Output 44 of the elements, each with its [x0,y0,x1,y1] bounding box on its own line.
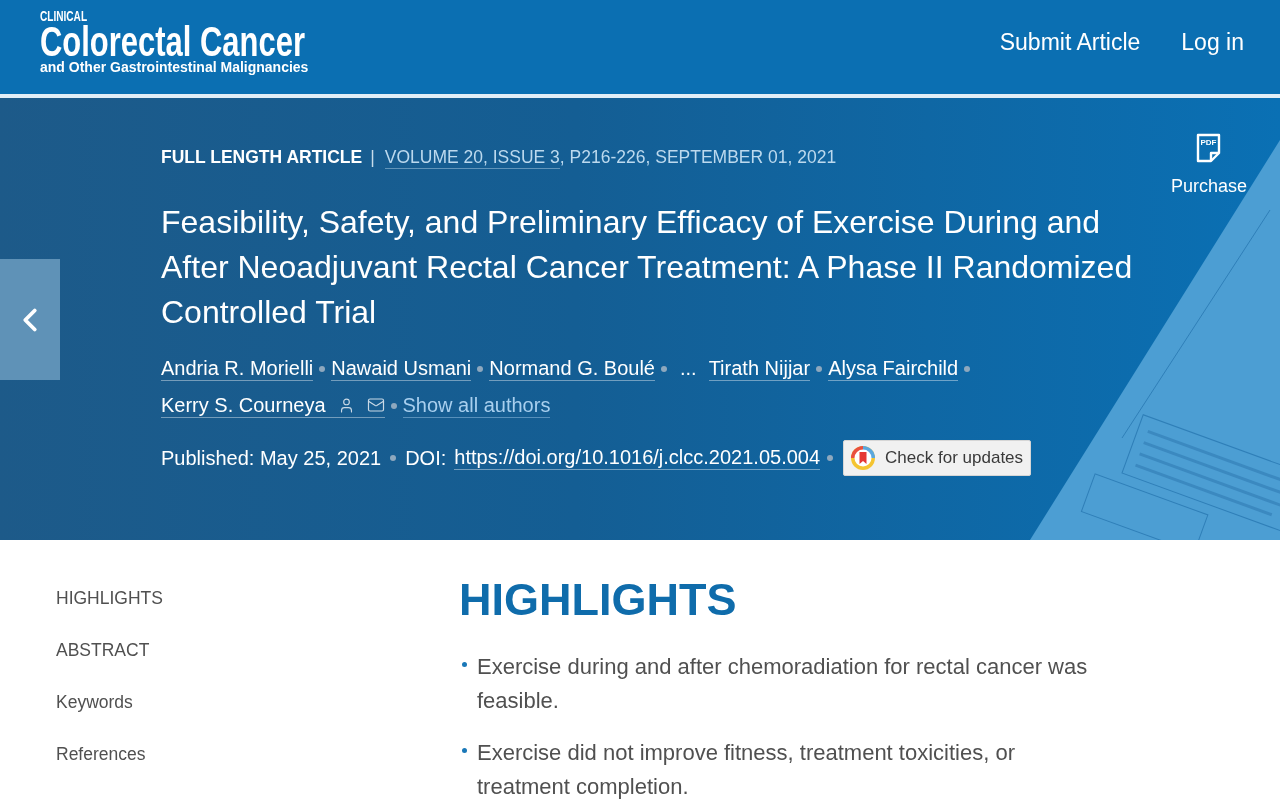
doi-link[interactable]: https://doi.org/10.1016/j.clcc.2021.05.004 [454,446,821,470]
outline-link[interactable]: Keywords [56,691,133,713]
check-for-updates-button[interactable]: Check for updates [843,440,1032,476]
separator-dot-icon [827,455,834,461]
published-date: Published: May 25, 2021 [161,446,382,470]
separator-dot-icon [816,365,823,372]
nav-link[interactable]: Submit Article [999,28,1141,56]
logo-subtitle: and Other Gastrointestinal Malignancies [40,59,309,75]
article-type: FULL LENGTH ARTICLE [161,146,363,168]
outline-link[interactable]: HIGHLIGHTS [56,587,163,609]
previous-button[interactable] [0,259,60,380]
logo-kicker: CLINICAL [40,9,88,23]
separator-dot-icon [964,365,971,372]
purchase-link[interactable]: PDF Purchase [1170,133,1247,197]
doi-label: DOI: [405,446,447,470]
outline-link[interactable]: References [56,743,146,765]
author-link[interactable]: Alysa Fairchild [828,356,959,381]
pdf-file-icon: PDF [1196,133,1222,163]
outline-link[interactable]: ABSTRACT [56,639,150,661]
author-ellipsis: ... [679,357,697,380]
issue-details: , P216-226, SEPTEMBER 01, 2021 [559,146,837,168]
separator-dot-icon [660,365,667,372]
bullet-icon [462,748,467,753]
highlight-text: Exercise during and after chemoradiation for rectal cancer was feasible. [477,653,1089,715]
highlight-text: Exercise did not improve fitness, treatment toxicities, or treatment completion. [477,739,1016,801]
section-heading: HIGHLIGHTS [459,574,738,626]
nav-link[interactable]: Log in [1181,28,1244,56]
mail-icon [366,396,385,414]
author-link[interactable]: Normand G. Boulé [489,356,655,381]
logo-title: Colorectal Cancer [40,23,305,59]
article-title: Feasibility, Safety, and Preliminary Efficacy of Exercise During and After Neoadjuvant Rectal Cancer Treatment: A Phase II Randomized Controlled Trial [161,203,1134,332]
issue-link[interactable]: VOLUME 20, ISSUE 3 [384,146,560,169]
show-all-authors-link[interactable]: Show all authors [402,393,551,418]
separator-dot-icon [390,455,397,461]
updates-badge-icon [850,445,877,471]
separator-dot-icon [319,365,326,372]
author-link[interactable]: Kerry S. Courneya [161,393,385,418]
author-link[interactable]: Nawaid Usmani [331,356,472,381]
meta-separator: | [370,146,375,168]
author-link[interactable]: Andria R. Morielli [161,356,314,381]
author-link[interactable]: Tirath Nijjar [708,356,811,381]
bullet-icon [462,662,467,667]
separator-dot-icon [477,365,484,372]
separator-dot-icon [390,402,397,409]
